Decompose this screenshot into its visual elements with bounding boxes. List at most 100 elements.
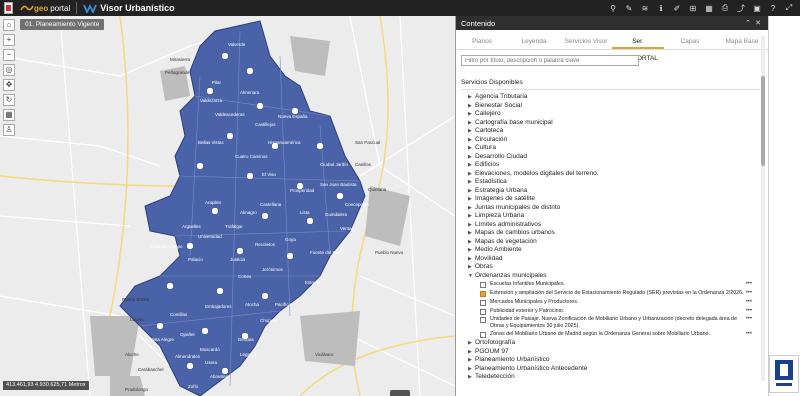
location-pin-icon[interactable]: ⚲ bbox=[608, 4, 618, 13]
layer-item[interactable]: Mercados Municipales y Productores. ••• bbox=[468, 298, 768, 307]
map-marker[interactable] bbox=[186, 362, 194, 370]
chevron-right-icon[interactable]: ▶ bbox=[468, 373, 475, 382]
collapse-up-icon[interactable]: ⌃ bbox=[743, 19, 753, 27]
locate-icon[interactable]: ◎ bbox=[3, 64, 15, 76]
chevron-right-icon[interactable]: ▶ bbox=[468, 212, 475, 221]
map-marker[interactable] bbox=[261, 292, 269, 300]
map-marker[interactable] bbox=[156, 322, 164, 330]
map-marker[interactable] bbox=[166, 282, 174, 290]
tree-node[interactable]: ▶ Ortofotografía bbox=[468, 339, 768, 348]
map-view[interactable]: Valverde Peñagrande Mirasierra Pilar Val… bbox=[0, 16, 455, 396]
chevron-right-icon[interactable]: ▶ bbox=[468, 161, 475, 170]
tree-node[interactable]: ▶ Planeamiento Urbanístico Antecedente bbox=[468, 365, 768, 374]
tree-node[interactable]: ▶ Juntas municipales de distrito bbox=[468, 204, 768, 213]
layers-icon[interactable]: ≋ bbox=[640, 4, 650, 13]
tab-capas[interactable]: Capas bbox=[664, 33, 716, 49]
more-options-icon[interactable]: ••• bbox=[746, 307, 752, 316]
layer-item[interactable]: Unidades de Paisaje. Nueva Zonificación … bbox=[468, 316, 768, 330]
layer-checkbox[interactable] bbox=[480, 281, 486, 288]
map-marker[interactable] bbox=[236, 247, 244, 255]
close-icon[interactable]: ✕ bbox=[753, 19, 763, 27]
map-marker[interactable] bbox=[246, 172, 254, 180]
chevron-right-icon[interactable]: ▶ bbox=[468, 238, 475, 247]
map-marker[interactable] bbox=[201, 327, 209, 335]
chevron-right-icon[interactable]: ▶ bbox=[468, 339, 475, 348]
layer-item[interactable]: Escuelas Infantiles Municipales. ••• bbox=[468, 280, 768, 289]
briefcase-icon[interactable]: ▣ bbox=[752, 4, 762, 13]
tree-node[interactable]: ▶ Imágenes de satélite bbox=[468, 195, 768, 204]
chevron-right-icon[interactable]: ▶ bbox=[468, 178, 475, 187]
chevron-right-icon[interactable]: ▶ bbox=[468, 119, 475, 128]
street-view-icon[interactable]: ♙ bbox=[3, 124, 15, 136]
tree-node[interactable]: ▶ Agencia Tributaria bbox=[468, 93, 768, 102]
tree-node[interactable]: ▶ Circulación bbox=[468, 136, 768, 145]
chevron-right-icon[interactable]: ▶ bbox=[468, 127, 475, 136]
home-icon[interactable]: ⌂ bbox=[3, 19, 15, 31]
map-marker[interactable] bbox=[206, 87, 214, 95]
tree-node[interactable]: ▶ Cartografía base municipal bbox=[468, 119, 768, 128]
tree-node[interactable]: ▶ Límites administrativos bbox=[468, 221, 768, 230]
chevron-right-icon[interactable]: ▶ bbox=[468, 263, 475, 272]
map-marker[interactable] bbox=[261, 212, 269, 220]
tree-node[interactable]: ▶ Estrategia Urbana bbox=[468, 187, 768, 196]
layer-checkbox[interactable] bbox=[480, 299, 486, 306]
edit-icon[interactable]: ✐ bbox=[672, 4, 682, 13]
tree-node[interactable]: ▶ Estadística bbox=[468, 178, 768, 187]
map-marker[interactable] bbox=[256, 102, 264, 110]
grid-icon[interactable]: ▦ bbox=[3, 109, 15, 121]
more-options-icon[interactable]: ••• bbox=[746, 298, 752, 307]
grid-select-icon[interactable]: ⊞ bbox=[688, 4, 698, 13]
pan-icon[interactable]: ✥ bbox=[3, 79, 15, 91]
layer-item[interactable]: Zonas del Mobiliario Urbano de Madrid se… bbox=[468, 330, 768, 339]
print-icon[interactable]: ⎙ bbox=[720, 3, 730, 13]
more-options-icon[interactable]: ••• bbox=[746, 316, 752, 323]
map-marker[interactable] bbox=[211, 207, 219, 215]
layer-checkbox[interactable] bbox=[480, 331, 486, 338]
map-marker[interactable] bbox=[246, 67, 254, 75]
bookmark-icon[interactable]: ✎ bbox=[624, 4, 634, 13]
map-marker[interactable] bbox=[186, 242, 194, 250]
map-marker[interactable] bbox=[196, 162, 204, 170]
tree-node[interactable]: ▶ Edificios bbox=[468, 161, 768, 170]
map-marker[interactable] bbox=[286, 252, 294, 260]
panel-scrollbar[interactable] bbox=[761, 36, 765, 381]
chevron-right-icon[interactable]: ▶ bbox=[468, 110, 475, 119]
scrollbar-thumb[interactable] bbox=[761, 76, 765, 166]
tree-node[interactable]: ▶ Bienestar Social bbox=[468, 102, 768, 111]
active-layer-chip[interactable]: 01. Planeamiento Vigente bbox=[20, 19, 105, 30]
chevron-right-icon[interactable]: ▶ bbox=[468, 348, 475, 357]
chevron-right-icon[interactable]: ▶ bbox=[468, 221, 475, 230]
chevron-right-icon[interactable]: ▶ bbox=[468, 229, 475, 238]
tree-node[interactable]: ▶ Limpieza Urbana bbox=[468, 212, 768, 221]
tree-node[interactable]: ▶ Obras bbox=[468, 263, 768, 272]
tree-node[interactable]: ▶ Planeamiento Urbanístico bbox=[468, 356, 768, 365]
tree-node[interactable]: ▶ Mapas de vegetación bbox=[468, 238, 768, 247]
tab-ser-geoportal[interactable]: Ser. GEOPORTAL bbox=[612, 33, 664, 62]
more-options-icon[interactable]: ••• bbox=[746, 330, 752, 339]
tab-planos[interactable]: Planos bbox=[456, 33, 508, 49]
layer-item[interactable]: Extensión y ampliación del Servicio de E… bbox=[468, 289, 768, 298]
map-marker[interactable] bbox=[336, 192, 344, 200]
layer-checkbox[interactable] bbox=[480, 308, 486, 315]
map-marker[interactable] bbox=[221, 52, 229, 60]
chevron-right-icon[interactable]: ▶ bbox=[468, 144, 475, 153]
help-icon[interactable]: ? bbox=[768, 4, 778, 13]
fullscreen-icon[interactable]: ⤢ bbox=[784, 3, 794, 13]
chevron-right-icon[interactable]: ▶ bbox=[468, 170, 475, 179]
bottom-collapse-tab[interactable] bbox=[390, 390, 410, 396]
tree-node[interactable]: ▶ Medio Ambiente bbox=[468, 246, 768, 255]
layer-checkbox-checked[interactable] bbox=[480, 290, 486, 297]
chevron-right-icon[interactable]: ▶ bbox=[468, 195, 475, 204]
tree-node[interactable]: ▶ Desarrollo Ciudad bbox=[468, 153, 768, 162]
chevron-right-icon[interactable]: ▶ bbox=[468, 136, 475, 145]
chevron-right-icon[interactable]: ▶ bbox=[468, 365, 475, 374]
zoom-out-button[interactable]: − bbox=[3, 49, 15, 61]
more-options-icon[interactable]: ••• bbox=[746, 289, 752, 298]
chevron-right-icon[interactable]: ▶ bbox=[468, 255, 475, 264]
chevron-right-icon[interactable]: ▶ bbox=[468, 204, 475, 213]
tree-node[interactable]: ▶ PGOUM 97 bbox=[468, 348, 768, 357]
chevron-down-icon[interactable]: ▼ bbox=[468, 272, 475, 281]
tree-node[interactable]: ▶ Teledetección bbox=[468, 373, 768, 382]
chevron-right-icon[interactable]: ▶ bbox=[468, 246, 475, 255]
chevron-right-icon[interactable]: ▶ bbox=[468, 153, 475, 162]
